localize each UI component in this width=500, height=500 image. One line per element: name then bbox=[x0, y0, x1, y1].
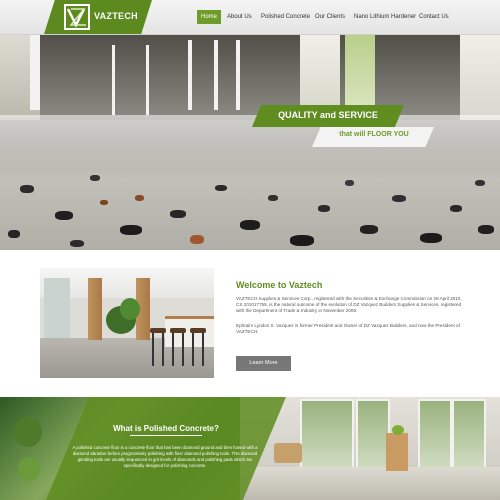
nav-home[interactable]: Home bbox=[197, 10, 222, 24]
logo[interactable]: VAZTECH bbox=[44, 0, 152, 34]
kitchen-interior-photo bbox=[40, 268, 214, 378]
welcome-paragraph-2: Ephraim Lyndon S. Vazquez is former Pres… bbox=[236, 323, 460, 334]
welcome-heading: Welcome to Vaztech bbox=[236, 280, 323, 290]
vaztech-logo-icon bbox=[64, 4, 90, 30]
polished-concrete-section: What is Polished Concrete? A polished co… bbox=[0, 397, 500, 500]
welcome-paragraph-1: VAZTECH Supplies & Services Corp., regis… bbox=[236, 296, 462, 313]
nav-about-us[interactable]: About Us bbox=[223, 10, 256, 24]
hero-tagline-secondary: that will FLOOR YOU bbox=[339, 131, 409, 138]
hero-banner: QUALITY and SERVICE that will FLOOR YOU bbox=[0, 35, 500, 250]
site-header: VAZTECH Home About Us Polished Concrete … bbox=[0, 0, 500, 35]
learn-more-button[interactable]: Learn More bbox=[236, 356, 291, 371]
brand-name: VAZTECH bbox=[94, 11, 138, 21]
nav-our-clients[interactable]: Our Clients bbox=[311, 10, 349, 24]
polished-concrete-heading: What is Polished Concrete? bbox=[113, 424, 219, 433]
hero-tagline-primary: QUALITY and SERVICE bbox=[278, 110, 378, 120]
heading-divider bbox=[130, 435, 202, 436]
polished-concrete-description: A polished concrete floor is a concrete … bbox=[72, 445, 258, 468]
hero-background-room bbox=[0, 35, 500, 120]
nav-polished-concrete[interactable]: Polished Concrete bbox=[257, 10, 314, 24]
nav-nano-lithium-hardener[interactable]: Nano Lithium Hardener bbox=[350, 10, 420, 24]
nav-contact-us[interactable]: Contact Us bbox=[415, 10, 453, 24]
